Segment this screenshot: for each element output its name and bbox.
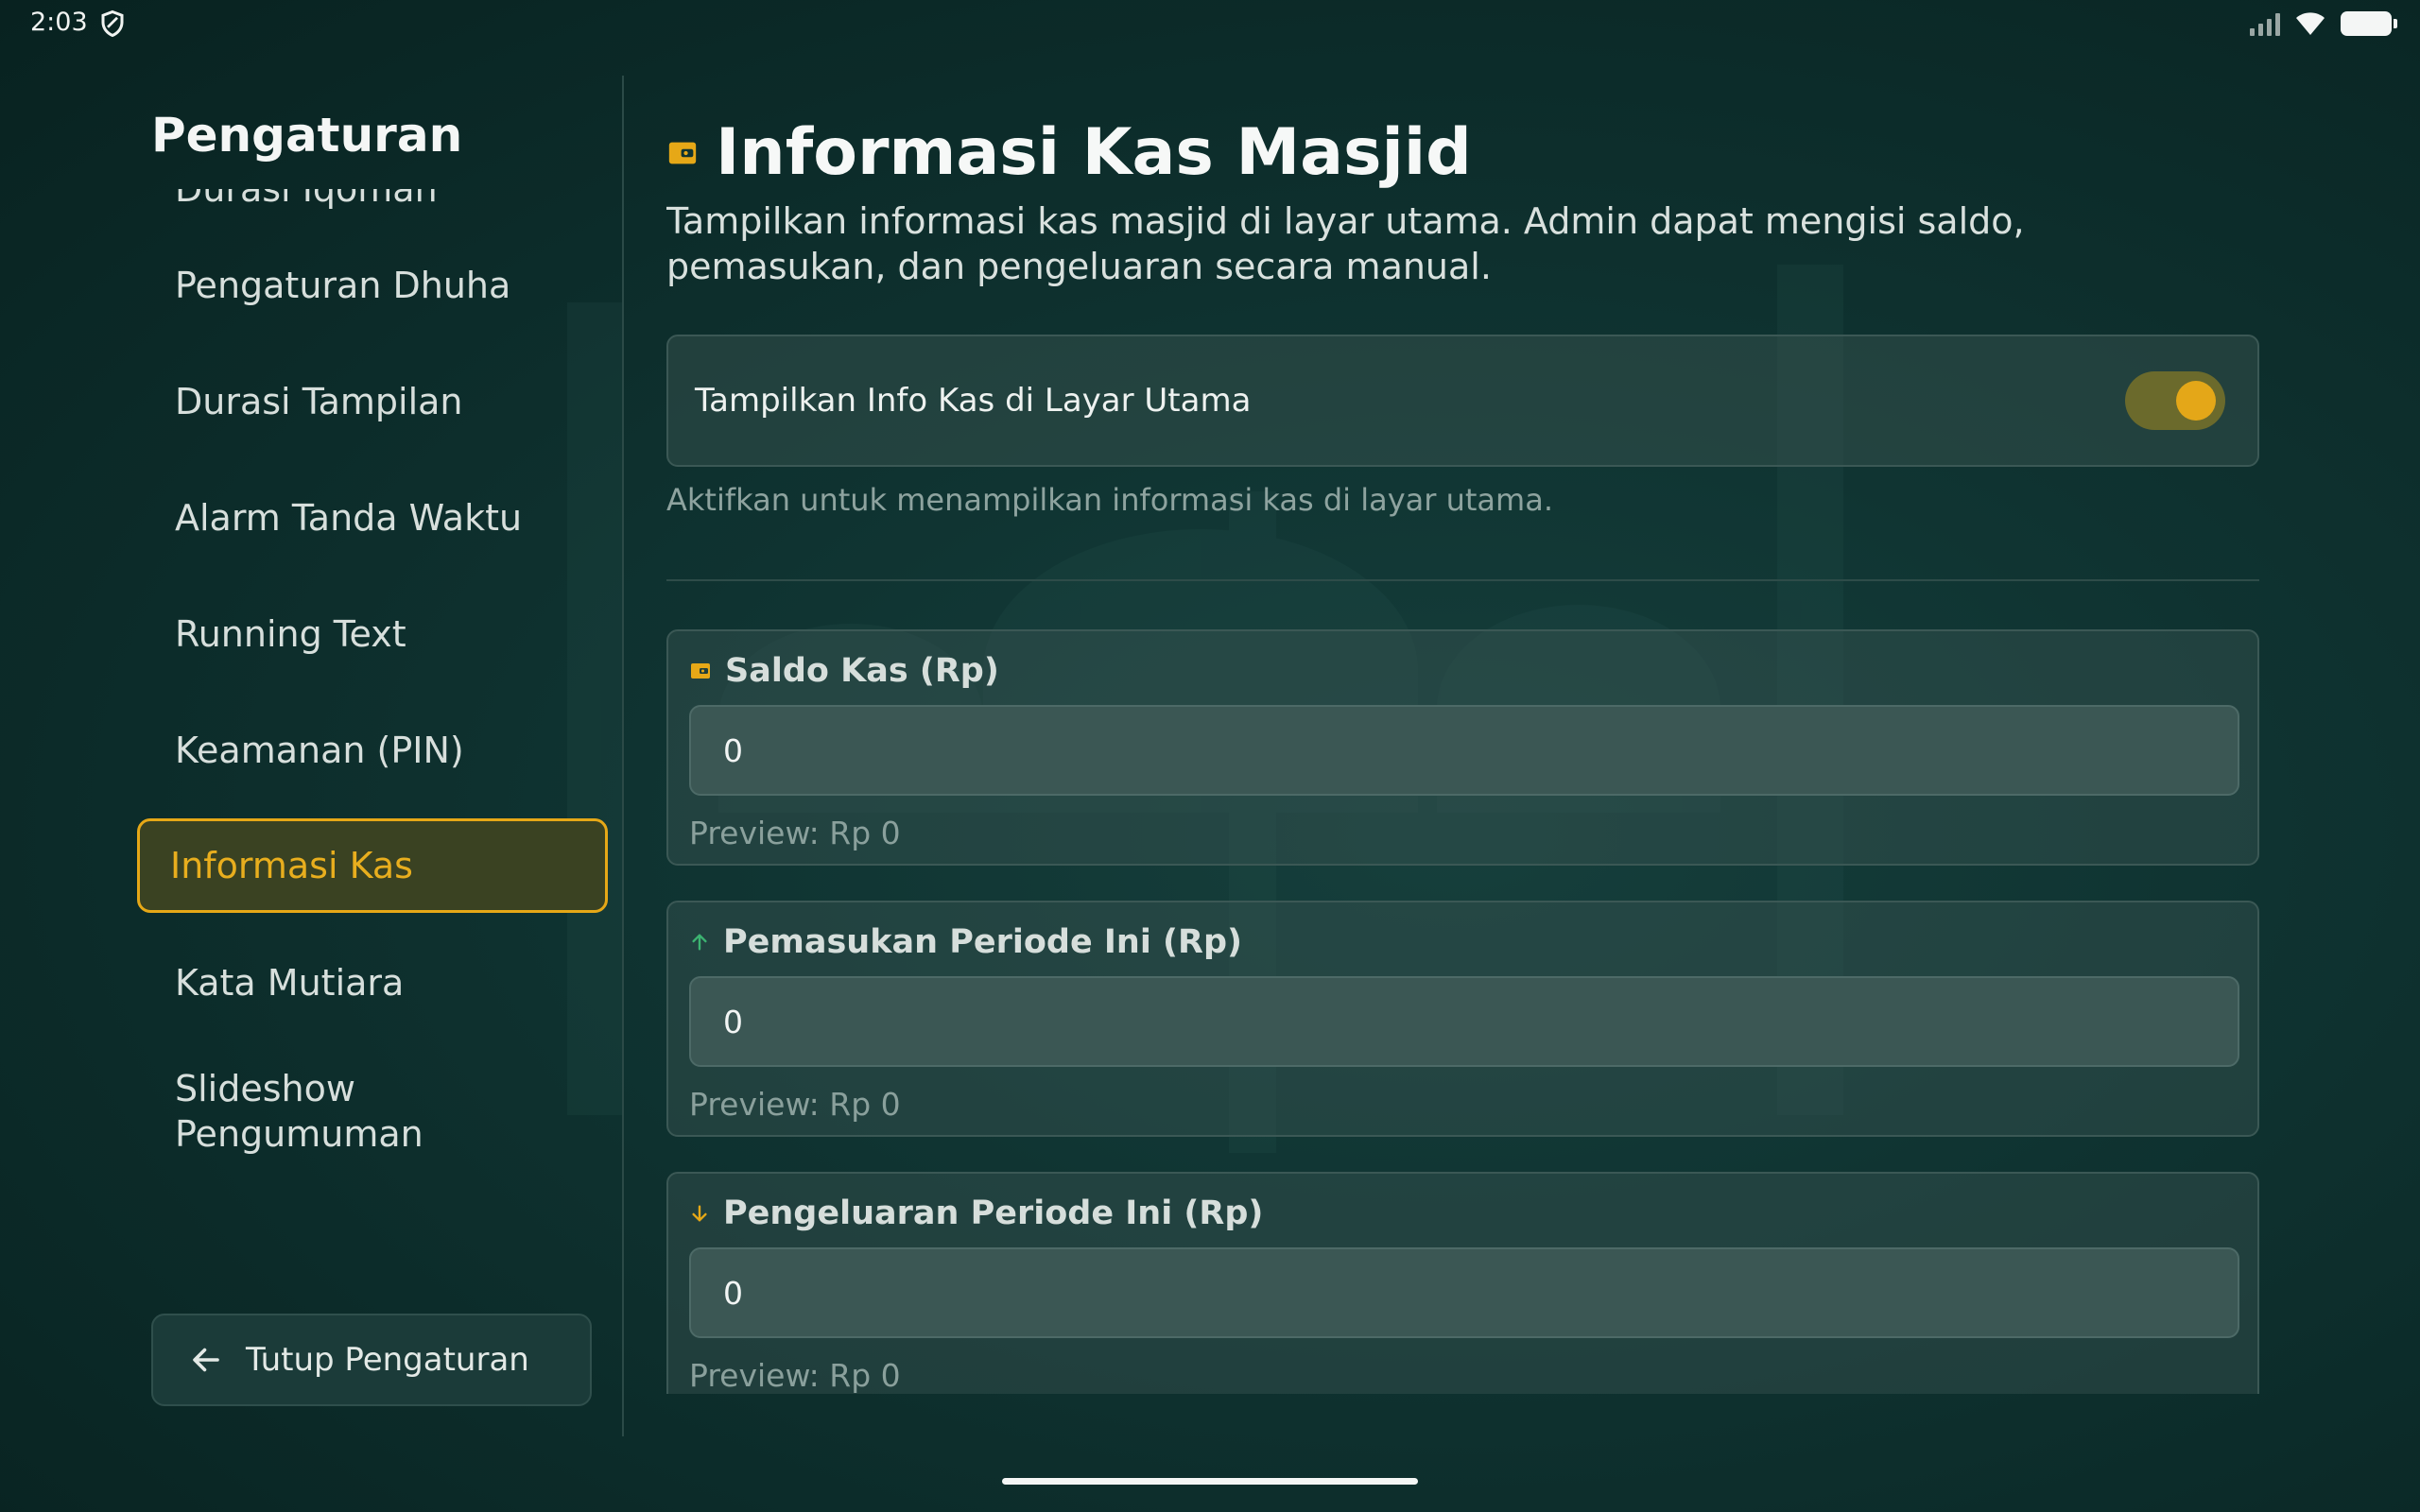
sidebar-item-label: Alarm Tanda Waktu [175, 496, 523, 539]
pemasukan-label: Pemasukan Periode Ini (Rp) [689, 923, 1242, 961]
pengeluaran-preview: Preview: Rp 0 [689, 1357, 901, 1394]
sidebar-item-label: Pengaturan Dhuha [175, 264, 511, 306]
saldo-kas-preview: Preview: Rp 0 [689, 815, 901, 851]
show-kas-toggle-switch[interactable] [2125, 371, 2225, 430]
sidebar-item-keamanan-pin[interactable]: Keamanan (PIN) [137, 692, 608, 808]
wifi-icon [2296, 12, 2325, 35]
wallet-icon [691, 663, 710, 679]
sidebar-item-label: Durasi Iqomah [175, 189, 438, 210]
arrow-up-icon [692, 934, 707, 951]
pengeluaran-label: Pengeluaran Periode Ini (Rp) [689, 1194, 1263, 1232]
pemasukan-card: Pemasukan Periode Ini (Rp) Preview: Rp 0 [666, 901, 2259, 1137]
shield-icon [101, 9, 124, 38]
pengeluaran-card: Pengeluaran Periode Ini (Rp) Preview: Rp… [666, 1172, 2259, 1394]
sidebar-item-running-text[interactable]: Running Text [137, 576, 608, 692]
field-label-text: Pemasukan Periode Ini (Rp) [723, 923, 1243, 961]
settings-content: Informasi Kas Masjid Tampilkan informasi… [666, 104, 2259, 1394]
sidebar-item-label: Informasi Kas [170, 845, 413, 886]
sidebar-item-label: Kata Mutiara [175, 961, 405, 1004]
sidebar-item-label: Keamanan (PIN) [175, 729, 464, 771]
page-title: Informasi Kas Masjid [716, 115, 1472, 190]
battery-icon [2341, 11, 2397, 36]
sidebar-item-slideshow-pengumuman[interactable]: Slideshow Pengumuman [137, 1040, 608, 1182]
show-kas-toggle-label: Tampilkan Info Kas di Layar Utama [695, 382, 1252, 420]
close-settings-button[interactable]: Tutup Pengaturan [151, 1314, 592, 1406]
pemasukan-preview: Preview: Rp 0 [689, 1086, 901, 1123]
saldo-kas-input[interactable] [689, 705, 2239, 796]
arrow-down-icon [692, 1205, 707, 1222]
show-kas-toggle-card[interactable]: Tampilkan Info Kas di Layar Utama [666, 335, 2259, 467]
sidebar-item-label: Running Text [175, 612, 406, 655]
saldo-kas-card: Saldo Kas (Rp) Preview: Rp 0 [666, 629, 2259, 866]
status-bar: 2:03 [0, 0, 2420, 47]
wallet-icon [668, 142, 697, 163]
saldo-kas-label: Saldo Kas (Rp) [689, 652, 999, 690]
close-settings-label: Tutup Pengaturan [246, 1341, 529, 1379]
sidebar-menu[interactable]: Durasi Iqomah Pengaturan Dhuha Durasi Ta… [137, 189, 608, 1247]
toggle-hint: Aktifkan untuk menampilkan informasi kas… [666, 482, 1553, 518]
pemasukan-input[interactable] [689, 976, 2239, 1067]
toggle-knob [2176, 381, 2216, 421]
arrow-left-icon [193, 1348, 219, 1372]
cellular-signal-icon [2250, 11, 2280, 36]
home-indicator[interactable] [1002, 1478, 1418, 1485]
sidebar-item-durasi-tampilan[interactable]: Durasi Tampilan [137, 343, 608, 459]
sidebar-item-alarm-tanda-waktu[interactable]: Alarm Tanda Waktu [137, 459, 608, 576]
sidebar-item-informasi-kas[interactable]: Informasi Kas [137, 818, 608, 913]
page-header: Informasi Kas Masjid [666, 115, 1472, 190]
pengeluaran-input[interactable] [689, 1247, 2239, 1338]
sidebar-item-label: Durasi Tampilan [175, 380, 463, 422]
page-description: Tampilkan informasi kas masjid di layar … [666, 200, 2025, 287]
sidebar-item-durasi-iqomah[interactable]: Durasi Iqomah [137, 189, 608, 227]
sidebar-item-pengaturan-dhuha[interactable]: Pengaturan Dhuha [137, 227, 608, 343]
sidebar-item-label: Slideshow Pengumuman [175, 1068, 424, 1155]
field-label-text: Pengeluaran Periode Ini (Rp) [723, 1194, 1264, 1232]
section-divider [666, 579, 2259, 581]
status-time: 2:03 [30, 8, 88, 37]
settings-sidebar: Pengaturan Durasi Iqomah Pengaturan Dhuh… [0, 76, 624, 1436]
sidebar-divider [622, 76, 624, 1436]
field-label-text: Saldo Kas (Rp) [725, 652, 999, 690]
sidebar-item-kata-mutiara[interactable]: Kata Mutiara [137, 924, 608, 1040]
sidebar-title: Pengaturan [151, 108, 463, 163]
